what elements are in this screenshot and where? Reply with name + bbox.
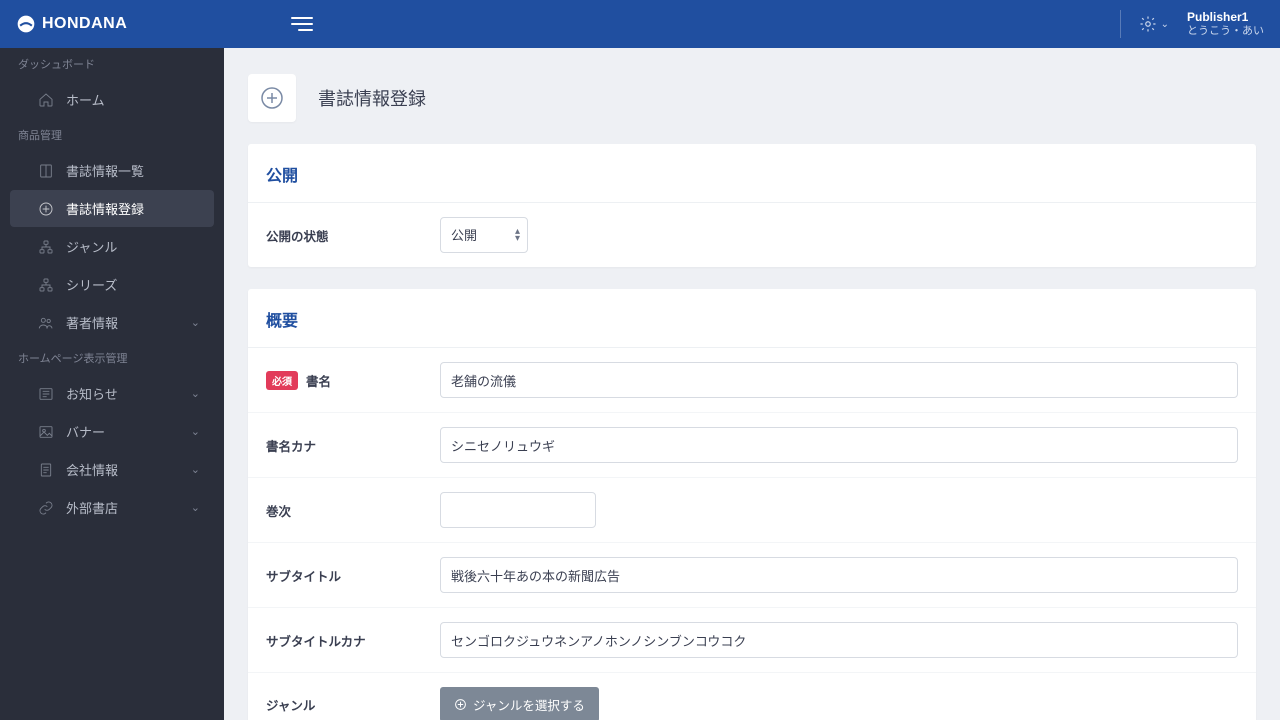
sidebar-item-label: 外部書店	[66, 498, 118, 517]
brand-logo[interactable]: HONDANA	[16, 14, 127, 34]
page-header: 書誌情報登録	[224, 48, 1280, 144]
field-label-volume: 巻次	[266, 501, 416, 520]
card-publish: 公開 公開の状態 公開 ▴▾	[248, 144, 1256, 267]
chevron-down-icon: ⌄	[191, 463, 200, 476]
brand-name: HONDANA	[42, 15, 127, 33]
chevron-down-icon: ⌄	[191, 501, 200, 514]
sidebar-item[interactable]: バナー ⌄	[10, 413, 214, 450]
gear-icon	[1139, 15, 1157, 33]
book-icon	[38, 163, 54, 179]
sidebar-item[interactable]: 書誌情報一覧	[10, 152, 214, 189]
field-label-genre: ジャンル	[266, 695, 416, 714]
sidebar-item-label: お知らせ	[66, 384, 118, 403]
sidebar-item[interactable]: お知らせ ⌄	[10, 375, 214, 412]
required-badge: 必須	[266, 371, 298, 390]
chevron-down-icon: ⌄	[1161, 19, 1169, 30]
sidebar-section-title: 商品管理	[0, 119, 224, 151]
input-kana[interactable]	[440, 427, 1238, 463]
sidebar-item[interactable]: ホーム	[10, 81, 214, 118]
publish-status-label: 公開の状態	[266, 226, 416, 245]
field-label-title: 書名	[306, 371, 331, 390]
sidebar-item-label: 書誌情報一覧	[66, 161, 144, 180]
sidebar-item[interactable]: ジャンル	[10, 228, 214, 265]
sidebar-item-label: ホーム	[66, 90, 105, 109]
main-content: 書誌情報登録 公開 公開の状態 公開 ▴▾ 概要	[224, 0, 1280, 720]
field-label-kana: 書名カナ	[266, 436, 416, 455]
plus-icon	[454, 698, 467, 711]
sidebar: ダッシュボードホーム商品管理書誌情報一覧書誌情報登録ジャンルシリーズ著者情報 ⌄ ホ…	[0, 0, 224, 720]
card-overview: 概要 必須 書名 書名カナ 巻次	[248, 289, 1256, 720]
input-subtitle[interactable]	[440, 557, 1238, 593]
divider	[1120, 10, 1121, 38]
link-icon	[38, 500, 54, 516]
sidebar-item-label: バナー	[66, 422, 105, 441]
news-icon	[38, 386, 54, 402]
input-title[interactable]	[440, 362, 1238, 398]
sidebar-item-label: 書誌情報登録	[66, 199, 144, 218]
image-icon	[38, 424, 54, 440]
sidebar-item[interactable]: 会社情報 ⌄	[10, 451, 214, 488]
card-overview-title: 概要	[248, 289, 1256, 348]
people-icon	[38, 315, 54, 331]
doc-icon	[38, 462, 54, 478]
chevron-down-icon: ⌄	[191, 425, 200, 438]
select-genre-button-label: ジャンルを選択する	[473, 695, 585, 714]
settings-menu[interactable]: ⌄	[1139, 15, 1169, 33]
page-icon-tile	[248, 74, 296, 122]
input-subtitle-kana[interactable]	[440, 622, 1238, 658]
tree-icon	[38, 277, 54, 293]
menu-toggle[interactable]	[291, 13, 313, 35]
sidebar-item-label: 著者情報	[66, 313, 118, 332]
tree-icon	[38, 239, 54, 255]
sidebar-section-title: ダッシュボード	[0, 48, 224, 80]
plus-icon	[38, 201, 54, 217]
sidebar-item[interactable]: シリーズ	[10, 266, 214, 303]
sidebar-item-label: シリーズ	[66, 275, 117, 294]
chevron-down-icon: ⌄	[191, 387, 200, 400]
user-name: Publisher1	[1187, 10, 1264, 24]
sidebar-item[interactable]: 著者情報 ⌄	[10, 304, 214, 341]
topbar: HONDANA ⌄ Publisher1 とうこう・あい	[0, 0, 1280, 48]
sidebar-item[interactable]: 書誌情報登録	[10, 190, 214, 227]
page-title: 書誌情報登録	[318, 85, 426, 111]
field-label-subtitle: サブタイトル	[266, 566, 416, 585]
publish-status-select[interactable]: 公開	[440, 217, 528, 253]
chevron-down-icon: ⌄	[191, 316, 200, 329]
sidebar-section-title: ホームページ表示管理	[0, 342, 224, 374]
home-icon	[38, 92, 54, 108]
card-publish-title: 公開	[248, 144, 1256, 203]
field-label-subtitle-kana: サブタイトルカナ	[266, 631, 416, 650]
sidebar-item-label: ジャンル	[66, 237, 117, 256]
input-volume[interactable]	[440, 492, 596, 528]
user-menu[interactable]: Publisher1 とうこう・あい	[1187, 10, 1264, 38]
select-genre-button[interactable]: ジャンルを選択する	[440, 687, 599, 720]
plus-circle-icon	[260, 86, 284, 110]
sidebar-item[interactable]: 外部書店 ⌄	[10, 489, 214, 526]
user-sub: とうこう・あい	[1187, 25, 1264, 38]
sidebar-item-label: 会社情報	[66, 460, 118, 479]
logo-icon	[16, 14, 36, 34]
